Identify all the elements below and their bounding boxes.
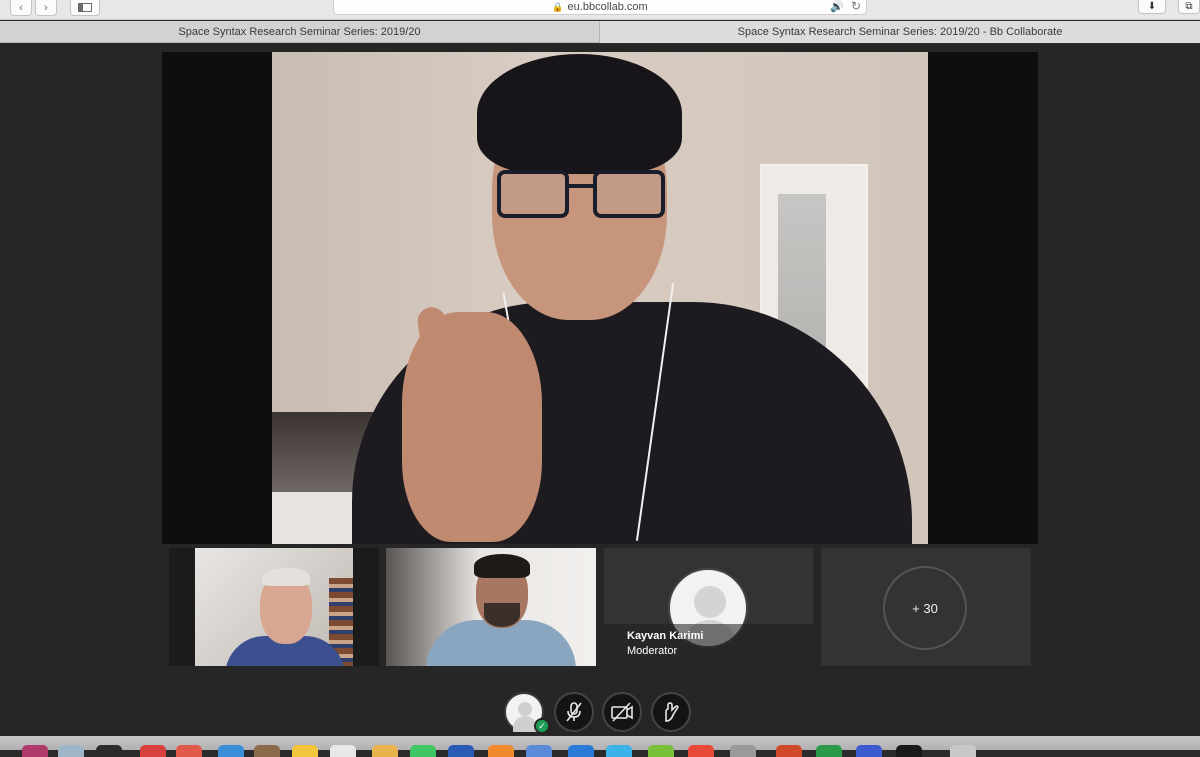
tab-bb-collaborate[interactable]: Space Syntax Research Seminar Series: 20… bbox=[600, 21, 1200, 43]
dock-app-icon[interactable] bbox=[140, 745, 166, 757]
microphone-button[interactable] bbox=[554, 692, 594, 732]
participant-video bbox=[195, 548, 353, 666]
raise-hand-icon bbox=[665, 702, 679, 722]
dock-app-icon[interactable] bbox=[730, 745, 756, 757]
dock-app-icon[interactable] bbox=[606, 745, 632, 757]
dock-app-icon[interactable] bbox=[218, 745, 244, 757]
dock-app-icon[interactable] bbox=[448, 745, 474, 757]
sidebar-button[interactable] bbox=[70, 0, 100, 16]
microphone-muted-icon bbox=[566, 702, 582, 722]
dock-app-icon[interactable] bbox=[292, 745, 318, 757]
my-status-button[interactable]: ✓ bbox=[504, 692, 550, 734]
browser-toolbar: ‹ › 🔒 eu.bbcollab.com 🔊 ↻ ⬇ ⧉ bbox=[0, 0, 1200, 20]
dock-app-icon[interactable] bbox=[648, 745, 674, 757]
dock-app-icon[interactable] bbox=[176, 745, 202, 757]
participant-role: Moderator bbox=[627, 645, 678, 657]
address-bar[interactable]: 🔒 eu.bbcollab.com 🔊 ↻ bbox=[333, 0, 867, 15]
tabs-overview-button[interactable]: ⧉ bbox=[1178, 0, 1200, 14]
more-participants-count[interactable]: + 30 bbox=[883, 566, 967, 650]
speaker-icon[interactable]: 🔊 bbox=[830, 0, 844, 13]
participant-name: Kayvan Karimi bbox=[627, 630, 704, 642]
collaborate-stage: Kayvan Karimi Moderator + 30 ✓ bbox=[0, 44, 1200, 736]
speaker-glasses bbox=[497, 170, 667, 222]
downloads-button[interactable]: ⬇ bbox=[1138, 0, 1166, 14]
active-speaker-video[interactable] bbox=[162, 52, 1038, 544]
camera-off-icon bbox=[611, 702, 633, 722]
tab-title: Space Syntax Research Seminar Series: 20… bbox=[178, 26, 421, 38]
participant-tile[interactable] bbox=[386, 548, 596, 666]
dock-app-icon[interactable] bbox=[22, 745, 48, 757]
dock-app-icon[interactable] bbox=[96, 745, 122, 757]
session-controls: ✓ bbox=[504, 692, 694, 734]
download-icon: ⬇ bbox=[1147, 1, 1157, 12]
back-icon: ‹ bbox=[19, 1, 23, 14]
back-button[interactable]: ‹ bbox=[10, 0, 32, 16]
sidebar-icon bbox=[78, 3, 92, 12]
dock-app-icon[interactable] bbox=[776, 745, 802, 757]
camera-button[interactable] bbox=[602, 692, 642, 732]
tab-bar: Space Syntax Research Seminar Series: 20… bbox=[0, 21, 1200, 43]
dock-app-icon[interactable] bbox=[254, 745, 280, 757]
tab-title: Space Syntax Research Seminar Series: 20… bbox=[737, 26, 1063, 38]
avatar bbox=[518, 702, 532, 716]
dock-app-icon[interactable] bbox=[688, 745, 714, 757]
dock-app-icon[interactable] bbox=[950, 745, 976, 757]
url-text: eu.bbcollab.com bbox=[567, 1, 648, 13]
forward-button[interactable]: › bbox=[35, 0, 57, 16]
forward-icon: › bbox=[44, 1, 48, 14]
dock-app-icon[interactable] bbox=[372, 745, 398, 757]
dock-app-icon[interactable] bbox=[410, 745, 436, 757]
dock-app-icon[interactable] bbox=[526, 745, 552, 757]
speaker-video-frame bbox=[272, 52, 928, 544]
participant-tile-moderator[interactable]: Kayvan Karimi Moderator bbox=[604, 548, 813, 666]
dock-app-icon[interactable] bbox=[856, 745, 882, 757]
dock-app-icon[interactable] bbox=[488, 745, 514, 757]
tab-seminar-series[interactable]: Space Syntax Research Seminar Series: 20… bbox=[0, 21, 600, 43]
dock-app-icon[interactable] bbox=[330, 745, 356, 757]
reload-icon[interactable]: ↻ bbox=[851, 0, 861, 13]
tabs-overview-icon: ⧉ bbox=[1185, 1, 1193, 12]
dock-app-icon[interactable] bbox=[896, 745, 922, 757]
status-check-icon: ✓ bbox=[534, 718, 550, 734]
dock-app-icon[interactable] bbox=[816, 745, 842, 757]
participant-video bbox=[386, 548, 596, 666]
dock-app-icon[interactable] bbox=[568, 745, 594, 757]
dock-app-icon[interactable] bbox=[58, 745, 84, 757]
participant-tile[interactable] bbox=[169, 548, 379, 666]
lock-icon: 🔒 bbox=[552, 1, 564, 12]
more-participants-tile[interactable]: + 30 bbox=[821, 548, 1031, 666]
raise-hand-button[interactable] bbox=[651, 692, 691, 732]
